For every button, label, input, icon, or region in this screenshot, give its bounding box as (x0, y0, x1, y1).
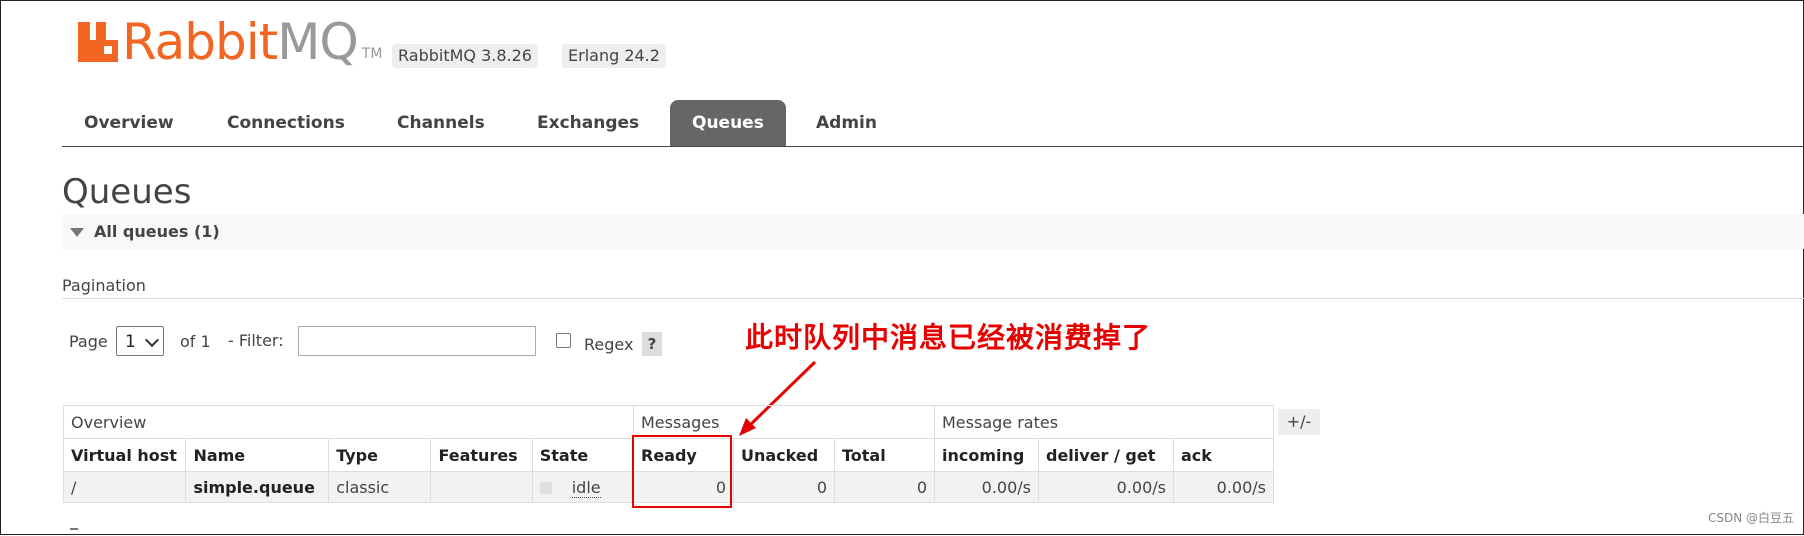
state-indicator-icon (539, 482, 552, 494)
col-virtual-host[interactable]: Virtual host (62, 438, 187, 472)
col-deliver-get[interactable]: deliver / get (1038, 438, 1174, 472)
tab-channels[interactable]: Channels (375, 100, 507, 146)
pagination-divider (62, 298, 1804, 299)
page-count-label: of 1 (180, 332, 211, 351)
group-header-overview: Overview (63, 405, 634, 439)
annotation-text: 此时队列中消息已经被消费掉了 (745, 321, 1152, 354)
tab-connections[interactable]: Connections (205, 100, 367, 146)
cell-incoming: 0.00/s (934, 471, 1039, 503)
col-unacked[interactable]: Unacked (733, 438, 835, 472)
regex-checkbox[interactable] (556, 333, 571, 348)
column-toggle-button[interactable]: +/- (1278, 409, 1320, 435)
col-ack[interactable]: ack (1173, 438, 1274, 472)
page-select-value: 1 (125, 332, 136, 352)
cell-type: classic (328, 471, 432, 503)
cell-unacked: 0 (733, 471, 835, 503)
logo-text-mq: MQ (277, 13, 358, 71)
col-type[interactable]: Type (328, 438, 432, 472)
page-select[interactable]: 1 (116, 326, 164, 356)
section-label: All queues (1) (94, 222, 220, 241)
chevron-down-icon (144, 332, 160, 348)
regex-help-button[interactable]: ? (642, 332, 662, 356)
regex-label: Regex (584, 335, 634, 354)
logo-trademark: TM (361, 46, 383, 62)
cell-features (430, 471, 533, 503)
page-label: Page (69, 332, 108, 351)
all-queues-section-toggle[interactable]: All queues (1) (62, 214, 1804, 249)
queue-name-link[interactable]: simple.queue (185, 471, 330, 503)
tab-admin[interactable]: Admin (794, 100, 899, 146)
main-nav: Overview Connections Channels Exchanges … (62, 100, 1804, 147)
tab-exchanges[interactable]: Exchanges (515, 100, 661, 146)
rabbitmq-logo-icon (78, 22, 118, 62)
rabbitmq-logo[interactable]: Rabbit MQ TM (78, 16, 382, 68)
col-state[interactable]: State (531, 438, 635, 472)
cell-ack: 0.00/s (1173, 471, 1274, 503)
table-group-header-row: Overview Messages Message rates (63, 405, 1274, 439)
col-features: Features (430, 438, 533, 472)
filter-label: - Filter: (228, 331, 284, 350)
cell-virtual-host: / (62, 471, 187, 503)
page-title: Queues (62, 172, 192, 212)
tab-overview[interactable]: Overview (62, 100, 196, 146)
group-header-message-rates: Message rates (934, 405, 1274, 439)
col-incoming[interactable]: incoming (934, 438, 1039, 472)
ready-highlight-box (632, 435, 732, 508)
erlang-version-badge: Erlang 24.2 (562, 44, 666, 68)
col-total[interactable]: Total (834, 438, 935, 472)
cell-state: idle (531, 471, 635, 503)
col-name[interactable]: Name (185, 438, 330, 472)
group-header-messages: Messages (633, 405, 935, 439)
csdn-watermark: CSDN @白豆五 (1707, 511, 1794, 525)
filter-input[interactable] (298, 326, 536, 356)
collapse-triangle-icon (70, 228, 84, 237)
pagination-title: Pagination (62, 276, 146, 295)
rabbitmq-version-badge: RabbitMQ 3.8.26 (392, 44, 538, 68)
logo-text-rabbit: Rabbit (122, 13, 278, 71)
state-value: idle (571, 477, 601, 498)
tab-queues[interactable]: Queues (670, 100, 786, 146)
cell-total: 0 (834, 471, 935, 503)
cell-deliver-get: 0.00/s (1038, 471, 1174, 503)
